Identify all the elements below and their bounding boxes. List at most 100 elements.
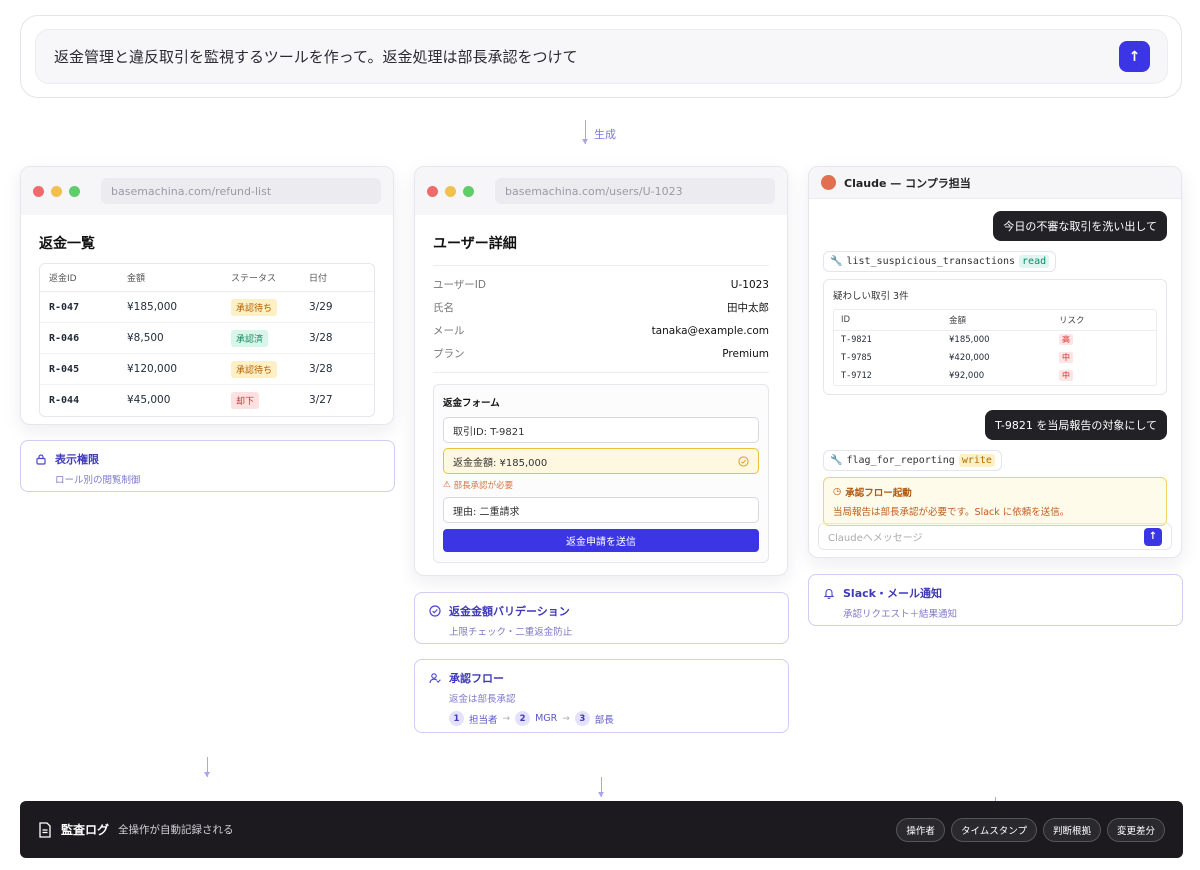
table-row: T-9712 ¥92,000 中 — [834, 367, 1156, 385]
refund-status: 承認待ち — [222, 291, 300, 323]
close-dot[interactable] — [33, 185, 44, 197]
step-number: 1 — [449, 711, 464, 726]
tool-call: 🔧 list_suspicious_transactions read — [823, 251, 1057, 272]
txn-amount: ¥420,000 — [949, 352, 990, 363]
transaction-id-field[interactable]: 取引ID: T-9821 — [443, 417, 759, 443]
submit-refund-button[interactable]: 返金申請を送信 — [443, 529, 759, 552]
feature-subtitle: 上限チェック・二重返金防止 — [449, 627, 573, 638]
url-bar[interactable]: basemachina.com/users/U-1023 — [495, 178, 775, 204]
tool-result-card: 疑わしい取引 3件 ID 金額 リスク T-9821 ¥185,000 高 T-978… — [823, 279, 1167, 395]
status-badge: 承認済 — [231, 329, 269, 347]
table-row[interactable]: R-045 ¥120,000 承認待ち 3/28 — [40, 353, 374, 385]
alert-text: 当局報告は部長承認が必要です。Slack に依頼を送信。 — [833, 506, 1070, 518]
refund-amount-field[interactable]: 返金金額: ¥185,000 — [443, 448, 759, 474]
generate-label: 生成 — [594, 128, 616, 141]
minimize-dot[interactable] — [51, 185, 62, 197]
refund-amount: ¥120,000 — [118, 353, 222, 385]
refund-date: 3/28 — [300, 353, 374, 385]
arrow-down-icon — [598, 777, 604, 797]
user-message: T-9821 を当局報告の対象にして — [985, 409, 1167, 440]
refund-amount: ¥45,000 — [127, 394, 171, 407]
audit-chip: タイムスタンプ — [950, 817, 1037, 842]
approval-alert: ◷ 承認フロー起動 当局報告は部長承認が必要です。Slack に依頼を送信。 — [823, 476, 1167, 526]
form-title: 返金フォーム — [443, 398, 500, 409]
arrow-down-icon — [204, 757, 210, 777]
col-header: 日付 — [300, 264, 374, 292]
status-badge: 承認待ち — [231, 298, 278, 316]
col-header: リスク — [1052, 310, 1156, 331]
bell-icon — [823, 589, 835, 599]
document-icon — [39, 821, 51, 838]
refund-status: 承認待ち — [222, 353, 300, 385]
minimize-dot[interactable] — [445, 185, 456, 197]
table-row[interactable]: R-044 ¥45,000 却下 3/27 — [40, 385, 374, 416]
feature-title: Slack・メール通知 — [843, 587, 942, 600]
refund-id: R-044 — [49, 394, 80, 406]
col-header: ステータス — [222, 264, 300, 292]
send-button[interactable]: ↑ — [1119, 41, 1150, 72]
chat-placeholder: Claudeへメッセージ — [828, 533, 923, 544]
chat-title: Claude — コンプラ担当 — [844, 176, 971, 190]
arrow-up-icon: ↑ — [1128, 48, 1141, 65]
table-row[interactable]: R-046 ¥8,500 承認済 3/28 — [40, 322, 374, 354]
feature-title: 承認フロー — [449, 672, 504, 685]
permission-feature-card: 表示権限 ロール別の閲覧制御 — [20, 440, 395, 492]
wrench-icon: 🔧 — [830, 256, 843, 267]
user-message: 今日の不審な取引を洗い出して — [993, 211, 1167, 241]
chat-input[interactable]: Claudeへメッセージ ↑ — [818, 523, 1172, 550]
check-circle-icon — [429, 605, 441, 617]
close-dot[interactable] — [427, 185, 438, 197]
audit-chip: 操作者 — [896, 817, 945, 842]
chat-window: Claude — コンプラ担当 今日の不審な取引を洗い出して 🔧 list_sus… — [808, 166, 1182, 558]
col-header: 返金ID — [40, 264, 118, 292]
risk-badge: 中 — [1059, 352, 1073, 363]
audit-chip: 変更差分 — [1106, 817, 1165, 842]
claude-avatar-icon — [821, 175, 836, 190]
audit-chip: 判断根拠 — [1042, 817, 1101, 842]
status-badge: 承認待ち — [231, 360, 278, 378]
user-detail-window: basemachina.com/users/U-1023 ユーザー詳細 ユーザー… — [414, 166, 788, 576]
maximize-dot[interactable] — [69, 185, 80, 197]
refund-amount: ¥185,000 — [118, 291, 222, 323]
refund-table: 返金ID 金額 ステータス 日付 R-047 ¥185,000 承認待ち 3/29 R-… — [39, 263, 375, 417]
page-title: 返金一覧 — [39, 236, 95, 252]
prompt-input[interactable]: 返金管理と違反取引を監視するツールを作って。返金処理は部長承認をつけて ↑ — [35, 29, 1168, 84]
table-row: T-9821 ¥185,000 高 — [834, 331, 1156, 349]
refund-status: 承認済 — [222, 322, 300, 354]
feature-subtitle: 返金は部長承認 — [449, 694, 516, 705]
send-button[interactable]: ↑ — [1144, 527, 1162, 546]
step-number: 2 — [515, 711, 531, 726]
arrow-down-icon — [582, 120, 588, 144]
step-label: 担当者 — [469, 714, 498, 726]
result-title: 疑わしい取引 3件 — [833, 291, 909, 302]
audit-title: 監査ログ — [61, 823, 110, 837]
maximize-dot[interactable] — [463, 185, 474, 197]
field-plan: プラン Premium — [433, 347, 769, 361]
approval-feature-card: 承認フロー 返金は部長承認 1 担当者 → 2 MGR → 3 部長 — [414, 659, 789, 733]
refund-status: 却下 — [222, 385, 300, 416]
txn-amount: ¥185,000 — [949, 334, 990, 345]
browser-bar: basemachina.com/users/U-1023 — [415, 167, 787, 215]
url-bar[interactable]: basemachina.com/refund-list — [101, 178, 381, 204]
page-title: ユーザー詳細 — [433, 236, 517, 252]
field-email: メール tanaka@example.com — [433, 324, 769, 338]
status-badge: 却下 — [231, 391, 260, 409]
browser-bar: basemachina.com/refund-list — [21, 167, 393, 215]
prompt-text: 返金管理と違反取引を監視するツールを作って。返金処理は部長承認をつけて — [54, 48, 578, 66]
txn-risk: 中 — [1052, 349, 1156, 367]
approval-warning: ⚠ 部長承認が必要 — [443, 480, 514, 491]
refund-amount: ¥8,500 — [118, 322, 222, 354]
reason-field[interactable]: 理由: 二重請求 — [443, 497, 759, 523]
feature-title: 返金金額バリデーション — [449, 605, 570, 618]
clock-icon: ◷ — [833, 486, 842, 497]
lock-icon — [36, 454, 46, 465]
feature-title: 表示権限 — [55, 453, 99, 466]
audit-subtitle: 全操作が自動記録される — [118, 824, 234, 836]
txn-id: T-9821 — [841, 334, 872, 345]
check-circle-icon — [738, 455, 749, 467]
txn-amount: ¥92,000 — [949, 370, 985, 381]
approval-steps: 1 担当者 → 2 MGR → 3 部長 — [429, 711, 774, 726]
field-user-id: ユーザーID U-1023 — [433, 278, 769, 292]
refund-date: 3/29 — [300, 291, 374, 323]
table-row[interactable]: R-047 ¥185,000 承認待ち 3/29 — [40, 291, 374, 323]
